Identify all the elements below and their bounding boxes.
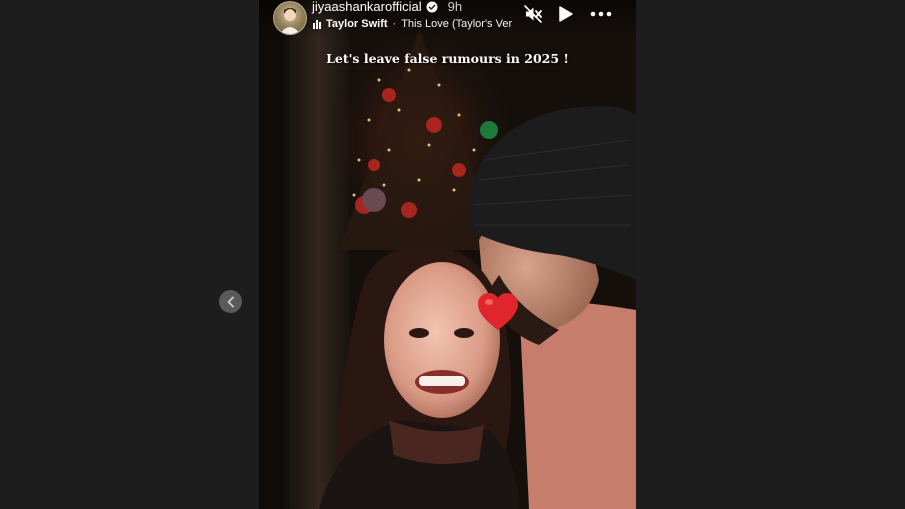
- music-sticker[interactable]: Taylor Swift · This Love (Taylor's Ver: [313, 18, 513, 30]
- story-header: jiyaashankarofficial 9h Taylor Swift · T…: [259, 0, 636, 38]
- username[interactable]: jiyaashankarofficial: [312, 0, 422, 14]
- music-bars-icon: [313, 19, 321, 29]
- speaker-muted-icon[interactable]: [523, 4, 543, 24]
- verified-badge-icon: [426, 1, 438, 12]
- play-icon[interactable]: [555, 4, 575, 24]
- story-photo: [259, 0, 636, 509]
- music-song: This Love (Taylor's Ver: [401, 18, 513, 30]
- story-username-row[interactable]: jiyaashankarofficial 9h: [312, 0, 462, 14]
- story-frame[interactable]: jiyaashankarofficial 9h Taylor Swift · T…: [259, 0, 636, 509]
- previous-story-button[interactable]: [219, 290, 242, 313]
- chevron-left-icon: [227, 296, 234, 307]
- music-artist: Taylor Swift: [326, 18, 388, 30]
- avatar[interactable]: [273, 1, 307, 35]
- story-timestamp: 9h: [447, 0, 463, 14]
- viewer-stage: jiyaashankarofficial 9h Taylor Swift · T…: [0, 0, 905, 509]
- music-separator: ·: [392, 18, 397, 30]
- story-caption: Let's leave false rumours in 2025 !: [326, 51, 569, 66]
- more-dots-icon[interactable]: [589, 4, 613, 24]
